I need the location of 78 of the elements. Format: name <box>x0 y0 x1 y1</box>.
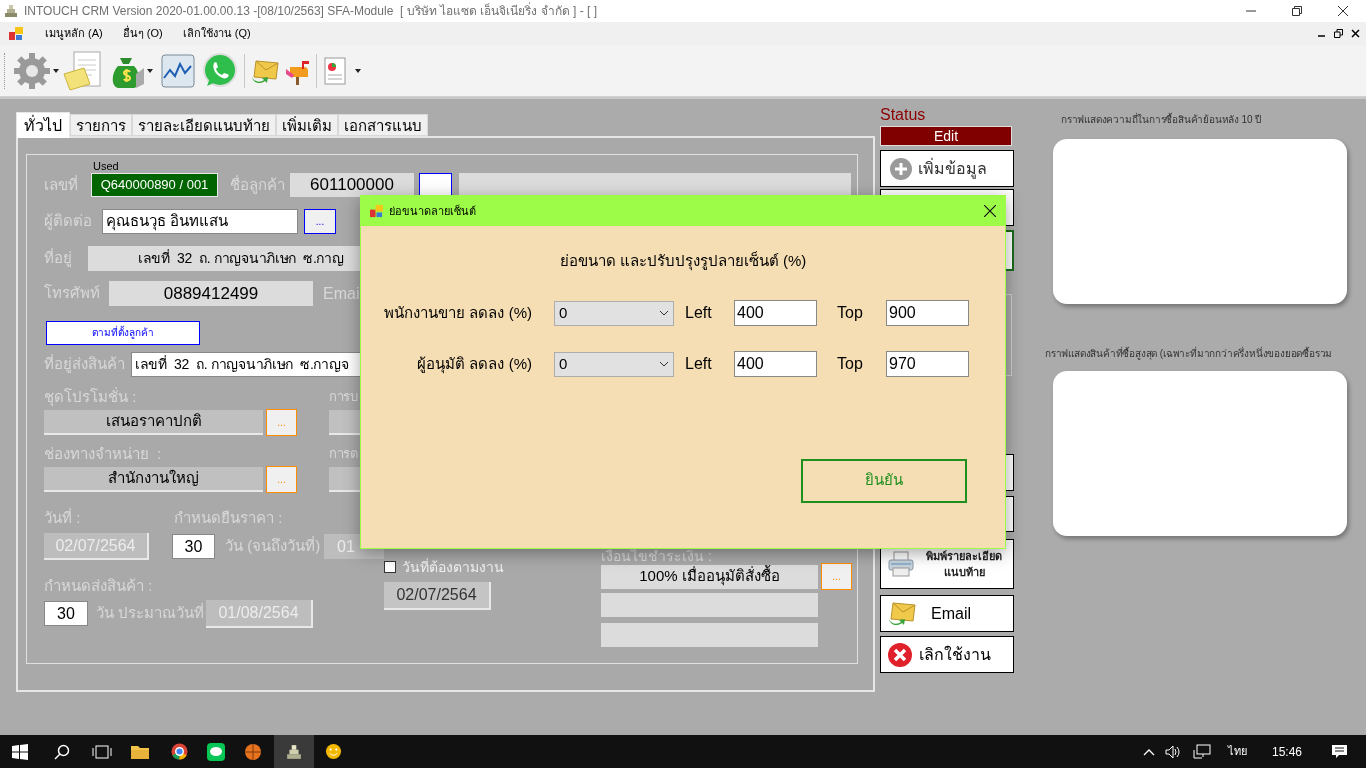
restore-icon[interactable] <box>1334 29 1343 38</box>
sales-channel-field: สำนักงานใหญ่ <box>44 467 263 492</box>
menu-item[interactable]: เมนูหลัก (A) <box>35 25 113 42</box>
document-number-field: Q640000890 / 001 <box>91 173 218 197</box>
plus-icon <box>889 156 913 181</box>
payment-terms-field: 100% เมื่ออนุมัติสั่งซื้อ <box>601 564 818 589</box>
field-label: Left <box>685 303 713 323</box>
chevron-down-icon <box>659 310 669 316</box>
field-label: Top <box>837 303 864 323</box>
checkbox[interactable] <box>384 561 396 573</box>
clock[interactable]: 15:46 <box>1271 742 1302 761</box>
tab[interactable]: ทั่วไป <box>16 112 70 138</box>
form-icon <box>370 204 383 218</box>
browse-button[interactable] <box>419 173 452 197</box>
tab[interactable]: รายละเอียดแนบท้าย <box>132 114 276 136</box>
field-label: Top <box>837 354 864 374</box>
browser-icon[interactable] <box>171 743 188 760</box>
close-button[interactable] <box>983 204 997 218</box>
chart-title: กราฟแสดงสินค้าที่ซื้อสูงสุด (เฉพาะที่มากกว่าครึ่งหนึ่งของยอดซื้อรวม <box>1045 346 1334 361</box>
status-badge: Edit <box>880 126 1012 146</box>
days-field[interactable]: 30 <box>171 534 216 559</box>
chart-title: กราฟแสดงความถี่ในการซื้อสินค้าย้อนหลัง 10 ปี <box>1061 112 1262 127</box>
caret-icon[interactable] <box>147 68 153 73</box>
tab[interactable]: เอกสารแนบ <box>338 114 428 136</box>
language-indicator[interactable]: ไทย <box>1227 743 1247 760</box>
windows-start-icon[interactable] <box>12 743 28 760</box>
close-icon <box>887 641 913 668</box>
add-button[interactable]: เพิ่มข้อมูล <box>880 150 1014 187</box>
envelope-icon <box>887 600 917 627</box>
status-heading: Status <box>880 105 927 125</box>
search-icon[interactable] <box>54 743 70 760</box>
top-field[interactable]: 970 <box>886 351 969 377</box>
status-label: Used <box>93 159 119 174</box>
phone-field: 0889412499 <box>109 281 313 306</box>
cancel-button[interactable]: เลิกใช้งาน <box>880 636 1014 673</box>
caret-icon[interactable] <box>53 68 59 73</box>
printer-icon <box>887 550 915 578</box>
checkbox-label: วันที่ต้องตามงาน <box>402 557 504 577</box>
menu-item[interactable]: เลิกใช้งาน (Q) <box>172 25 261 42</box>
app-icon <box>4 4 18 18</box>
tab[interactable]: รายการ <box>70 114 132 136</box>
email-button[interactable]: Email <box>880 595 1014 632</box>
dialog-heading: ย่อขนาด และปรับปรุงรูปลายเซ็นต์ (%) <box>559 250 807 273</box>
smiley-icon[interactable] <box>325 743 342 760</box>
task-view-icon[interactable] <box>92 743 112 760</box>
network-icon[interactable] <box>1192 743 1211 760</box>
app-icon <box>286 743 302 760</box>
close-icon <box>984 205 996 217</box>
folder-icon[interactable] <box>131 743 149 760</box>
speaker-icon[interactable] <box>1164 744 1181 759</box>
days-field[interactable]: 30 <box>44 601 88 626</box>
dialog-title: ย่อขนาดลายเซ็นต์ <box>389 203 476 219</box>
customer-location-button[interactable]: ตามที่ตั้งลูกค้า <box>46 320 200 345</box>
field-label: พนักงานขาย ลดลง (%) <box>383 302 532 323</box>
form-icon <box>9 26 23 41</box>
contact-field[interactable]: คุณธนวุธ อินทแสน <box>102 209 298 234</box>
ball-icon[interactable] <box>244 742 262 761</box>
caret-icon[interactable] <box>355 68 361 73</box>
report-icon[interactable] <box>323 55 349 86</box>
browse-button[interactable]: ... <box>304 209 336 234</box>
chat-icon[interactable] <box>207 742 225 761</box>
window-title: INTOUCH CRM Version 2020-01.00.00.13 -[08/10/2563] SFA-Module [ บริษัท ไอแซด เอ็นจิเนียริ่ง จำกัด ] - [ ] <box>24 2 597 20</box>
chevron-up-icon[interactable] <box>1142 747 1155 756</box>
line-chart-icon[interactable] <box>161 53 195 88</box>
promotion-field: เสนอราคาปกติ <box>44 410 263 435</box>
tab[interactable]: เพิ่มเติม <box>276 114 338 136</box>
menu-item[interactable]: อื่นๆ (O) <box>112 25 173 42</box>
notification-icon[interactable] <box>1331 744 1348 759</box>
follow-up-date-field: 02/07/2564 <box>384 582 491 610</box>
left-field[interactable]: 400 <box>734 351 817 377</box>
close-icon <box>1338 6 1348 16</box>
left-field[interactable]: 400 <box>734 300 817 326</box>
percent-dropdown[interactable]: 0 <box>554 300 674 326</box>
close-icon[interactable] <box>1351 29 1360 38</box>
top-field[interactable]: 900 <box>886 300 969 326</box>
taskbar-app-button[interactable] <box>274 735 314 768</box>
customer-code-field: 601100000 <box>290 173 414 197</box>
restore-icon <box>1292 6 1302 16</box>
